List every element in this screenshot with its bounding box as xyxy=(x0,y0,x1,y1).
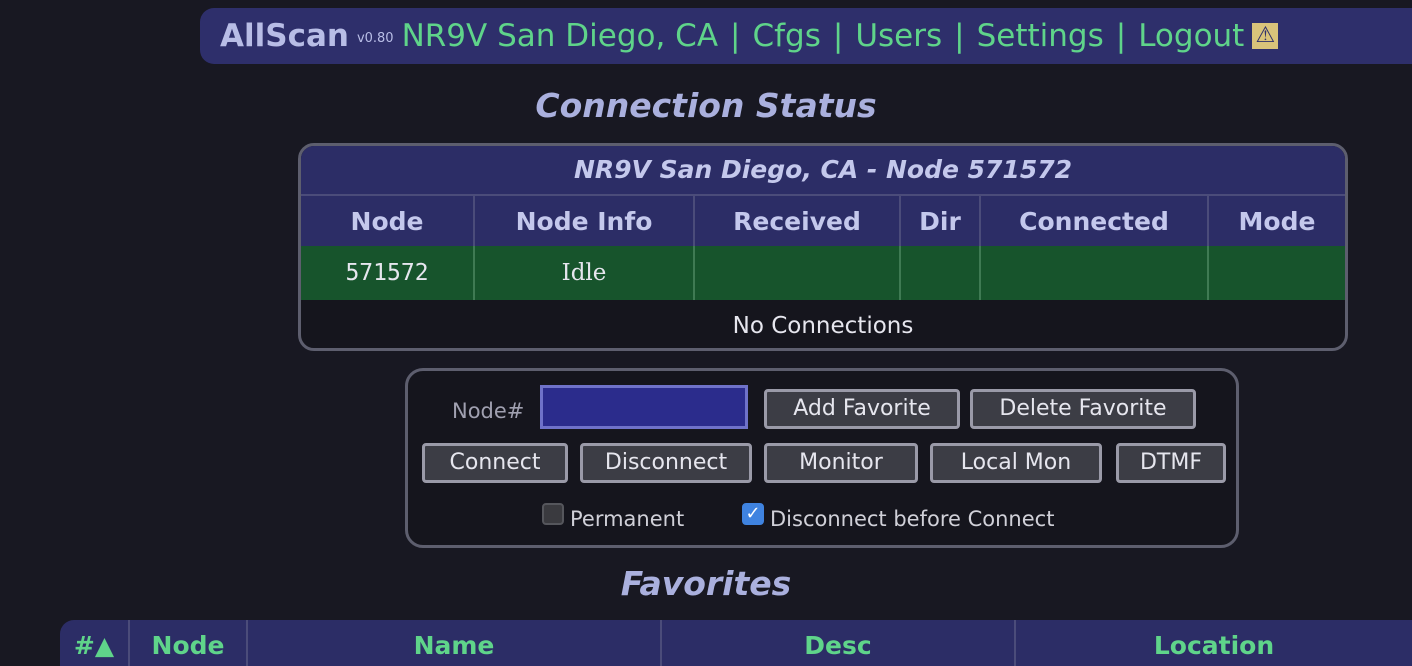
cell-node: 571572 xyxy=(301,246,474,300)
node-number-label: Node# xyxy=(452,399,525,423)
col-connected[interactable]: Connected xyxy=(979,194,1208,246)
connect-button[interactable]: Connect xyxy=(422,443,568,483)
top-header: AllScan v0.80 NR9V San Diego, CA | Cfgs | Us… xyxy=(200,8,1412,64)
col-node-info[interactable]: Node Info xyxy=(473,194,694,246)
col-dir[interactable]: Dir xyxy=(899,194,980,246)
nav-settings-link[interactable]: Settings xyxy=(977,18,1104,54)
disconnect-before-connect-label: Disconnect before Connect xyxy=(770,507,1055,531)
fav-col-node[interactable]: Node xyxy=(128,620,246,666)
cell-connected xyxy=(979,246,1208,300)
local-mon-button[interactable]: Local Mon xyxy=(930,443,1102,483)
cell-received xyxy=(693,246,900,300)
nav-logout-link[interactable]: Logout xyxy=(1138,18,1244,54)
delete-favorite-button[interactable]: Delete Favorite xyxy=(970,389,1196,429)
col-mode[interactable]: Mode xyxy=(1207,194,1345,246)
monitor-button[interactable]: Monitor xyxy=(764,443,918,483)
nav-cfgs-link[interactable]: Cfgs xyxy=(752,18,820,54)
control-panel: Node# Add Favorite Delete Favorite Conne… xyxy=(405,368,1239,548)
warning-icon[interactable]: ⚠ xyxy=(1252,23,1279,49)
fav-col-index[interactable]: #▲ xyxy=(60,620,128,666)
connection-status-title: Connection Status xyxy=(535,86,877,125)
permanent-label: Permanent xyxy=(570,507,685,531)
no-connections-text: No Connections xyxy=(732,313,914,339)
nav-users-link[interactable]: Users xyxy=(855,18,942,54)
favorites-table-header: #▲ Node Name Desc Location xyxy=(60,620,1412,666)
status-table: Node Node Info Received Dir Connected Mo… xyxy=(301,194,1345,300)
connection-status-table: NR9V San Diego, CA - Node 571572 Node No… xyxy=(298,143,1348,351)
table-row: 571572 Idle xyxy=(301,246,1345,300)
cell-node-info: Idle xyxy=(473,246,694,300)
fav-col-name[interactable]: Name xyxy=(246,620,660,666)
col-received[interactable]: Received xyxy=(693,194,900,246)
fav-col-location[interactable]: Location xyxy=(1014,620,1412,666)
col-node[interactable]: Node xyxy=(301,194,474,246)
fav-col-desc[interactable]: Desc xyxy=(660,620,1014,666)
app-title: AllScan xyxy=(220,18,349,54)
station-link[interactable]: NR9V San Diego, CA xyxy=(402,18,718,54)
status-header-row: Node Node Info Received Dir Connected Mo… xyxy=(301,194,1345,246)
cell-dir xyxy=(899,246,980,300)
disconnect-before-connect-checkbox[interactable]: ✓ xyxy=(742,503,764,525)
dtmf-button[interactable]: DTMF xyxy=(1116,443,1226,483)
favorites-title: Favorites xyxy=(620,564,792,603)
status-caption: NR9V San Diego, CA - Node 571572 xyxy=(301,146,1345,194)
cell-mode xyxy=(1207,246,1345,300)
app-version: v0.80 xyxy=(356,30,394,46)
permanent-checkbox[interactable] xyxy=(542,503,564,525)
disconnect-button[interactable]: Disconnect xyxy=(580,443,752,483)
header-nav: NR9V San Diego, CA | Cfgs | Users | Settings | L… xyxy=(401,18,1245,54)
node-number-input[interactable] xyxy=(540,385,748,429)
add-favorite-button[interactable]: Add Favorite xyxy=(764,389,960,429)
